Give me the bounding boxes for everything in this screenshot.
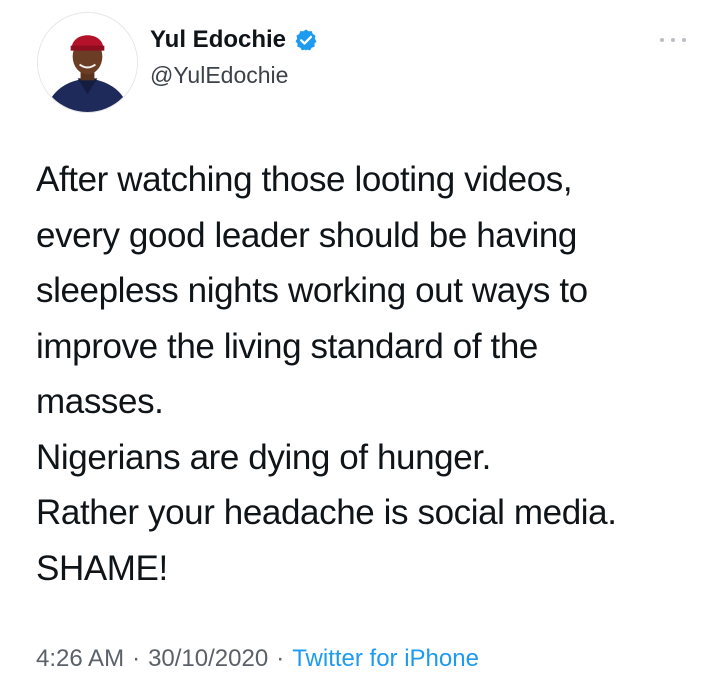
meta-separator: ·	[276, 645, 285, 672]
tweet-source-link[interactable]: Twitter for iPhone	[292, 645, 479, 673]
tweet-text-line: masses.	[36, 382, 164, 421]
avatar[interactable]	[37, 12, 138, 113]
tweet-text-line: Nigerians are dying of hunger.	[36, 437, 491, 477]
tweet-text-line: improve the living standard of the	[36, 326, 538, 366]
tweet-text-line: After watching those looting videos,	[36, 160, 573, 199]
tweet-card: Yul Edochie @YulEdochie After watching t…	[0, 0, 720, 698]
user-handle[interactable]: @YulEdochie	[150, 62, 288, 89]
avatar-image	[38, 13, 137, 112]
verified-badge-icon	[294, 28, 318, 52]
tweet-meta: 4:26 AM · 30/10/2020 · Twitter for iPhon…	[36, 645, 479, 673]
name-row: Yul Edochie	[150, 26, 318, 54]
dot	[682, 38, 686, 42]
meta-separator: ·	[132, 645, 141, 672]
tweet-text-line: every good leader should be having	[36, 215, 577, 255]
display-name[interactable]: Yul Edochie	[150, 26, 286, 54]
dot	[671, 38, 675, 42]
tweet-text-line: SHAME!	[36, 548, 168, 588]
tweet-text: After watching those looting videos, eve…	[36, 152, 686, 596]
more-dots-icon[interactable]	[660, 34, 686, 46]
tweet-time[interactable]: 4:26 AM	[36, 645, 124, 673]
tweet-text-line: sleepless nights working out ways to	[36, 271, 588, 310]
tweet-text-line: Rather your headache is social media.	[36, 493, 617, 532]
tweet-date[interactable]: 30/10/2020	[148, 645, 268, 673]
dot	[660, 38, 664, 42]
